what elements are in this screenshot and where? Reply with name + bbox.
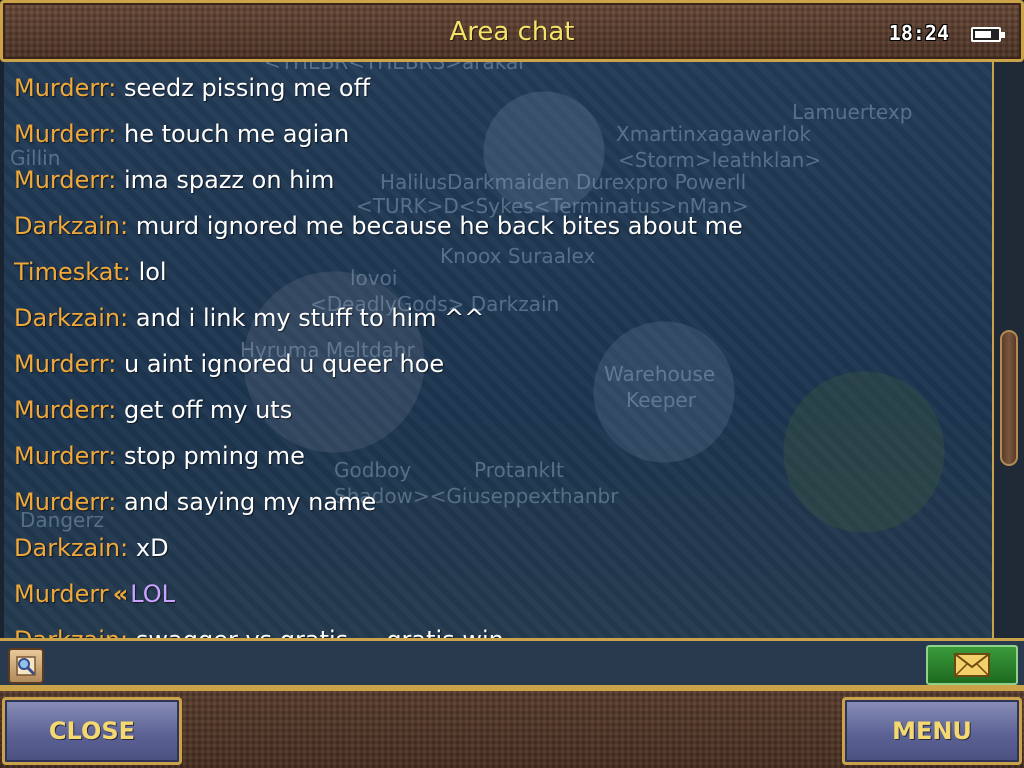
chat-scrollbar[interactable]	[992, 62, 1024, 638]
message-text: LOL	[130, 580, 175, 608]
sender-name[interactable]: Darkzain:	[14, 534, 128, 562]
chat-message: Murderr: he touch me agian	[14, 114, 982, 160]
clock: 18:24	[888, 21, 949, 45]
chat-message: Darkzain: and i link my stuff to him ^^	[14, 298, 982, 344]
message-text: lol	[138, 258, 167, 286]
chat-log: Murderr: seedz pissing me off Murderr: h…	[14, 68, 982, 638]
chat-message: Darkzain: xD	[14, 528, 982, 574]
chat-message: Murderr: u aint ignored u queer hoe	[14, 344, 982, 390]
sender-name[interactable]: Murderr:	[14, 350, 116, 378]
chat-message: Murderr: and saying my name	[14, 482, 982, 528]
chat-input[interactable]	[52, 645, 918, 685]
battery-icon	[971, 27, 1005, 42]
message-text: murd ignored me because he back bites ab…	[135, 212, 743, 240]
message-text: he touch me agian	[123, 120, 350, 148]
message-text: and saying my name	[123, 488, 377, 516]
sender-name[interactable]: Darkzain:	[14, 626, 128, 638]
magnifier-button[interactable]	[8, 648, 44, 684]
sender-name[interactable]: Murderr:	[14, 74, 116, 102]
chat-message: Timeskat: lol	[14, 252, 982, 298]
sender-name[interactable]: Darkzain:	[14, 304, 128, 332]
message-text: stop pming me	[123, 442, 305, 470]
message-text: and i link my stuff to him ^^	[135, 304, 485, 332]
message-text: swagger vs gratis ... gratis win	[136, 626, 504, 638]
message-text: seedz pissing me off	[123, 74, 371, 102]
mail-button[interactable]	[926, 645, 1018, 685]
message-text: ima spazz on him	[123, 166, 335, 194]
sender-name[interactable]: Darkzain:	[14, 212, 128, 240]
magnifier-icon	[16, 656, 36, 676]
chat-input-row	[0, 638, 1024, 688]
close-button[interactable]: CLOSE	[2, 697, 182, 765]
whisper-message: Murderr «LOL	[14, 574, 982, 620]
chat-message: Murderr: ima spazz on him	[14, 160, 982, 206]
window-title: Area chat	[449, 17, 575, 47]
scrollbar-thumb[interactable]	[1000, 330, 1018, 466]
chat-message: Murderr: stop pming me	[14, 436, 982, 482]
chat-message: Murderr: seedz pissing me off	[14, 68, 982, 114]
chat-panel[interactable]: <THEBR<THEBRS>arakar Lamuertexp Xmartinx…	[4, 62, 992, 638]
chat-message-partial: Darkzain: swagger vs gratis ... gratis w…	[14, 620, 982, 638]
chat-message: Darkzain: murd ignored me because he bac…	[14, 206, 982, 252]
sender-name[interactable]: Murderr:	[14, 442, 116, 470]
bottom-bar: CLOSE MENU	[0, 688, 1024, 768]
whisper-arrow-icon: «	[112, 580, 129, 608]
sender-name[interactable]: Murderr	[14, 580, 109, 608]
sender-name[interactable]: Murderr:	[14, 120, 116, 148]
sender-name[interactable]: Murderr:	[14, 396, 116, 424]
sender-name[interactable]: Murderr:	[14, 166, 116, 194]
sender-name[interactable]: Timeskat:	[14, 258, 131, 286]
chat-message: Murderr: get off my uts	[14, 390, 982, 436]
message-text: xD	[135, 534, 169, 562]
message-text: u aint ignored u queer hoe	[123, 350, 445, 378]
message-text: get off my uts	[123, 396, 293, 424]
menu-button[interactable]: MENU	[842, 697, 1022, 765]
sender-name[interactable]: Murderr:	[14, 488, 116, 516]
title-bar: Area chat 18:24	[0, 0, 1024, 62]
envelope-icon	[954, 653, 990, 677]
